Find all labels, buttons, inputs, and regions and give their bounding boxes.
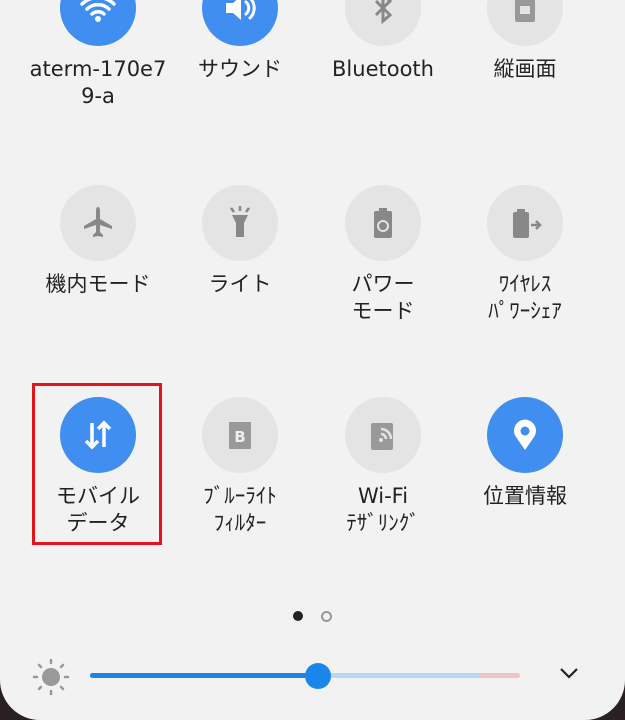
tile-wireless-powershare[interactable]: ﾜｲﾔﾚｽ ﾊﾟﾜｰｼｪｱ — [454, 185, 596, 325]
tile-portrait-lock[interactable]: 縦画面 — [454, 0, 596, 83]
tile-label: ﾜｲﾔﾚｽ ﾊﾟﾜｰｼｪｱ — [488, 272, 562, 323]
tile-flashlight[interactable]: ライト — [169, 185, 311, 298]
portrait-lock-icon[interactable] — [487, 0, 563, 46]
brightness-icon — [32, 658, 70, 700]
tile-label: パワー モード — [351, 272, 415, 323]
location-icon[interactable] — [487, 397, 563, 473]
page-dot-active[interactable] — [293, 611, 303, 621]
expand-chevron-down-icon[interactable] — [558, 665, 580, 685]
tile-volume[interactable]: サウンド — [169, 0, 311, 83]
tile-label: 機内モード — [45, 272, 151, 296]
tile-location[interactable]: 位置情報 — [454, 397, 596, 510]
tile-hotspot[interactable]: Wi-Fi ﾃｻﾞﾘﾝｸﾞ — [312, 397, 454, 537]
tile-label: サウンド — [198, 57, 282, 81]
volume-icon[interactable] — [202, 0, 278, 46]
bluetooth-icon[interactable] — [345, 0, 421, 46]
tile-label: 位置情報 — [483, 484, 567, 508]
page-dot[interactable] — [321, 611, 332, 622]
tile-bluetooth[interactable]: Bluetooth — [312, 0, 454, 83]
flashlight-icon[interactable] — [202, 185, 278, 261]
wifi-icon[interactable] — [60, 0, 136, 46]
tile-label: Bluetooth — [332, 57, 434, 81]
tile-blue-light-filter[interactable]: B ﾌﾞﾙｰﾗｲﾄ ﾌｨﾙﾀｰ — [169, 397, 311, 537]
tile-label: ライト — [208, 272, 272, 296]
tile-power-mode[interactable]: パワー モード — [312, 185, 454, 325]
airplane-icon[interactable] — [60, 185, 136, 261]
hotspot-icon[interactable] — [345, 397, 421, 473]
wireless-powershare-icon[interactable] — [487, 185, 563, 261]
blue-light-filter-icon[interactable]: B — [202, 397, 278, 473]
brightness-slider[interactable] — [90, 663, 520, 689]
brightness-thumb[interactable] — [304, 663, 331, 689]
tile-wifi[interactable]: aterm-170e7 9-a — [27, 0, 169, 110]
brightness-fill — [90, 673, 318, 678]
tile-label: aterm-170e7 9-a — [29, 57, 167, 108]
svg-text:B: B — [234, 428, 245, 446]
quick-settings-panel: aterm-170e7 9-a サウンド Bluetooth 縦画面機内モード ライト パ… — [0, 0, 625, 720]
tile-label: 縦画面 — [493, 57, 557, 81]
tile-label: ﾌﾞﾙｰﾗｲﾄ ﾌｨﾙﾀｰ — [203, 484, 277, 535]
tile-label: Wi-Fi ﾃｻﾞﾘﾝｸﾞ — [346, 484, 420, 535]
tile-airplane[interactable]: 機内モード — [27, 185, 169, 298]
brightness-warning-zone — [480, 673, 520, 678]
power-mode-icon[interactable] — [345, 185, 421, 261]
highlight-box — [32, 383, 162, 545]
